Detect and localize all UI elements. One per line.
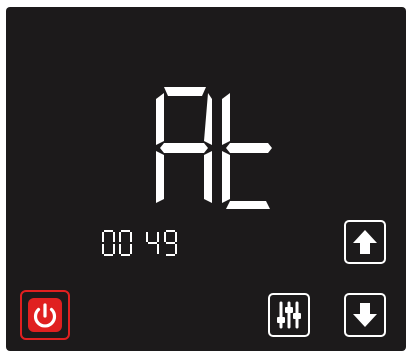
arrow-up-icon <box>353 230 377 254</box>
power-icon <box>28 298 62 332</box>
down-button[interactable] <box>344 293 386 337</box>
counter-display: 00 49 <box>102 229 180 257</box>
up-button[interactable] <box>344 220 386 264</box>
power-button[interactable] <box>20 290 70 340</box>
control-panel: At 00 49 <box>6 7 406 351</box>
main-segment-display: At <box>152 85 276 211</box>
sliders-icon <box>277 301 301 329</box>
settings-button[interactable] <box>268 293 310 337</box>
arrow-down-icon <box>353 303 377 327</box>
